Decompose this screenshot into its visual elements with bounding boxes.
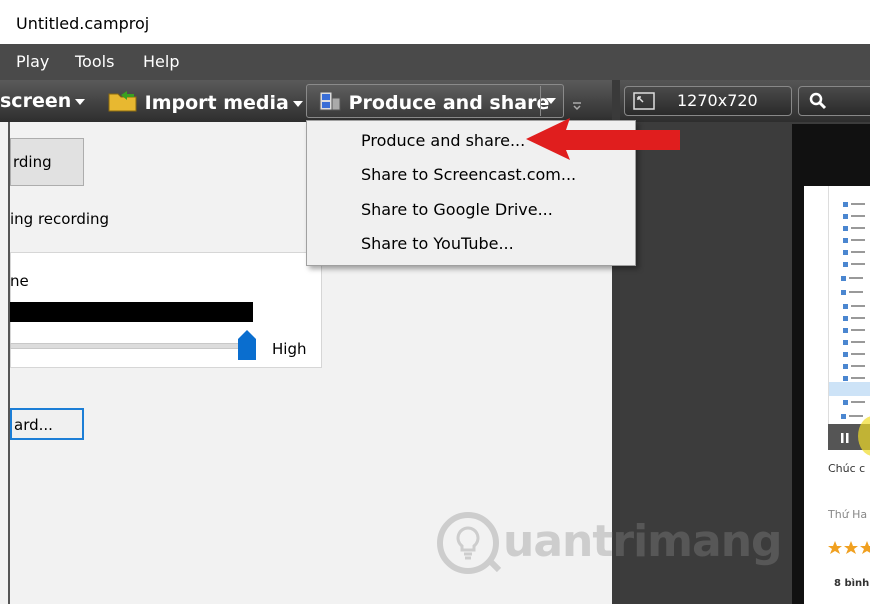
menu-item-share-youtube[interactable]: Share to YouTube... <box>361 234 514 253</box>
title-bar: Untitled.camproj <box>0 0 870 44</box>
pause-icon[interactable] <box>840 432 850 444</box>
menu-bar: Play Tools Help <box>0 44 870 80</box>
preview-caption: Chúc c <box>828 462 866 475</box>
preview-explorer-pane <box>828 186 870 424</box>
search-icon <box>809 92 827 110</box>
produce-share-label: Produce and share <box>348 92 550 114</box>
chevron-down-icon <box>75 98 86 105</box>
produce-share-label-group: Produce and share <box>318 90 549 114</box>
resolution-label: 1270x720 <box>677 91 758 110</box>
video-controls <box>828 416 870 456</box>
folder-icon <box>108 91 137 112</box>
volume-slider-track[interactable] <box>10 343 244 349</box>
preview-rating-count: 8 bình <box>834 578 870 589</box>
menu-play[interactable]: Play <box>16 52 49 71</box>
import-media-label: Import media <box>144 92 289 114</box>
watermark-text: uantrimang <box>503 516 783 567</box>
chevron-down-icon <box>292 100 303 107</box>
rating-stars-icon <box>828 541 870 554</box>
menu-item-produce-share[interactable]: Produce and share... <box>361 131 525 150</box>
volume-level-meter <box>10 302 253 322</box>
record-screen-label: screen <box>0 90 72 112</box>
red-arrow-icon <box>526 118 680 160</box>
preview-image: Chúc c Thứ Ha 8 bình <box>804 186 870 604</box>
watermark: uantrimang <box>435 510 785 582</box>
menu-tools[interactable]: Tools <box>75 52 114 71</box>
zoom-search-button[interactable] <box>798 86 870 116</box>
menu-item-share-screencast[interactable]: Share to Screencast.com... <box>361 165 576 184</box>
toolbar-overflow-icon[interactable] <box>572 96 582 111</box>
window-title: Untitled.camproj <box>16 14 150 33</box>
wizard-button[interactable]: ard... <box>10 408 84 440</box>
menu-item-share-google-drive[interactable]: Share to Google Drive... <box>361 200 553 219</box>
resize-icon <box>633 92 655 110</box>
film-icon <box>319 91 341 111</box>
preview-explorer-list <box>829 202 870 419</box>
during-recording-label: ing recording <box>10 210 110 228</box>
record-screen-button[interactable]: screen <box>0 90 86 112</box>
record-button-label: rding <box>13 153 52 171</box>
chevron-down-icon <box>546 98 556 104</box>
import-media-button[interactable]: Import media <box>108 90 303 114</box>
menu-help[interactable]: Help <box>143 52 179 71</box>
slider-high-label: High <box>272 340 307 358</box>
lightbulb-logo-icon <box>437 512 501 574</box>
preview-author: Thứ Ha <box>828 508 868 521</box>
record-button[interactable]: rding <box>10 138 84 186</box>
wizard-button-label: ard... <box>14 416 53 434</box>
produce-share-dropdown-toggle[interactable] <box>540 86 563 116</box>
volume-label: ne <box>10 272 29 290</box>
resolution-dropdown[interactable]: 1270x720 <box>624 86 792 116</box>
